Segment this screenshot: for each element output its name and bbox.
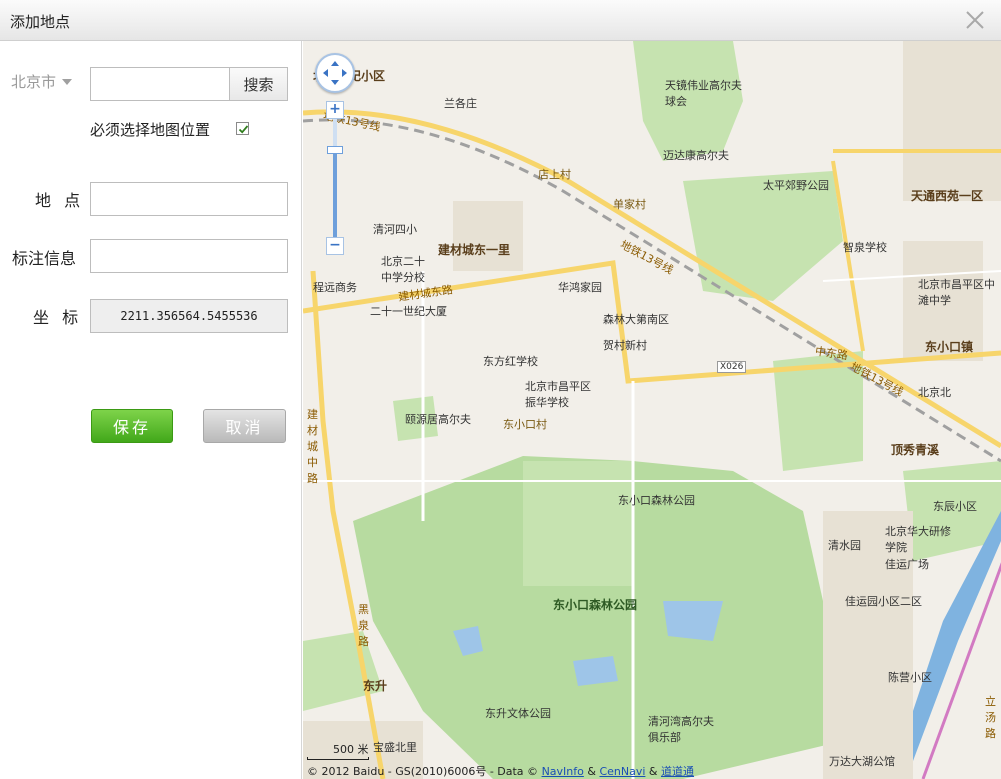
place-label: 迈达康高尔夫 xyxy=(663,149,729,162)
search-button[interactable]: 搜索 xyxy=(229,67,288,101)
copyright-text: © 2012 Baidu - GS(2010)6006号 - Data © xyxy=(307,765,539,778)
coord-label: 坐 标 xyxy=(33,308,83,327)
place-label: 北京市昌平区振华学校 xyxy=(525,380,591,409)
place-label: 太平郊野公园 xyxy=(763,179,829,192)
place-label: 万达大湖公馆 xyxy=(829,755,895,768)
place-label: 地 点 xyxy=(35,191,85,210)
form-panel: 北京市 搜索 必须选择地图位置 地 点 标注信息 坐 标 2211.356564… xyxy=(0,41,302,779)
place-label: 清水园 xyxy=(828,539,861,552)
zoom-slider-thumb[interactable] xyxy=(327,146,343,154)
place-label: 天镜伟业高尔夫球会 xyxy=(665,79,742,108)
map-view[interactable]: 北京世纪小区 兰各庄 天镜伟业高尔夫球会 地铁13号线 店上村 迈达康高尔夫 太… xyxy=(303,41,1001,779)
place-label: 佳运园小区二区 xyxy=(845,595,922,608)
cancel-button[interactable]: 取消 xyxy=(203,409,286,443)
place-label: 东升 xyxy=(363,679,388,693)
cennavi-link[interactable]: CenNavi xyxy=(599,765,645,778)
place-label: 北京二十中学分校 xyxy=(381,255,425,284)
note-label: 标注信息 xyxy=(12,249,77,268)
place-label: 程远商务 xyxy=(313,281,357,294)
add-place-dialog: 添加地点 北京市 搜索 必须选择地图位置 地 点 标注信息 坐 标 2211.3… xyxy=(0,0,1001,779)
park-label: 东小口森林公园 xyxy=(553,598,638,612)
zoom-control: + − xyxy=(326,101,344,256)
place-label: 华鸿家园 xyxy=(558,281,602,294)
copyright-amp: & xyxy=(587,765,596,778)
place-label: 北京市昌平区中滩中学 xyxy=(918,278,995,307)
road-label: 建材城中路 xyxy=(307,408,318,485)
navinfo-link[interactable]: NavInfo xyxy=(542,765,584,778)
checkmark-icon xyxy=(238,125,249,134)
city-label: 北京市 xyxy=(11,73,57,91)
place-label: 北京北 xyxy=(918,386,951,399)
place-label: 东辰小区 xyxy=(933,500,977,513)
scale-label: 500 米 xyxy=(333,743,369,756)
close-icon[interactable] xyxy=(963,8,987,32)
note-field[interactable] xyxy=(90,239,288,273)
place-label: 颐源居高尔夫 xyxy=(405,413,471,426)
place-field[interactable] xyxy=(90,182,288,216)
save-button[interactable]: 保存 xyxy=(91,409,173,443)
place-label: 东小口镇 xyxy=(925,340,974,354)
zoom-level-fill xyxy=(333,153,337,237)
zoom-out-button[interactable]: − xyxy=(326,237,344,255)
place-label: 陈营小区 xyxy=(888,671,932,684)
place-label: 佳运广场 xyxy=(885,558,929,571)
place-label: 顶秀青溪 xyxy=(891,443,940,457)
chevron-down-icon xyxy=(62,79,73,85)
search-input[interactable] xyxy=(90,67,229,101)
copyright-amp: & xyxy=(648,765,658,778)
place-label: 东小口森林公园 xyxy=(618,494,695,507)
place-label: 北京华大研修学院 xyxy=(885,525,951,554)
place-label: 贺村新村 xyxy=(603,339,647,352)
place-label: 天通西苑一区 xyxy=(911,189,984,203)
place-label: 森林大第南区 xyxy=(603,313,669,326)
road-sign: X026 xyxy=(717,361,747,373)
title-bar: 添加地点 xyxy=(0,0,1001,41)
place-label: 东方红学校 xyxy=(483,355,538,368)
scale-bar-line xyxy=(307,757,369,760)
place-label: 清河湾高尔夫俱乐部 xyxy=(648,715,714,744)
must-select-label: 必须选择地图位置 xyxy=(90,121,211,139)
road-label: 立汤路 xyxy=(985,695,996,740)
dialog-title: 添加地点 xyxy=(10,13,71,31)
place-label: 建材城东一里 xyxy=(438,243,511,257)
place-label: 二十一世纪大厦 xyxy=(370,305,447,318)
scale-bar: 500 米 xyxy=(307,741,369,760)
pan-control-icon[interactable] xyxy=(315,53,355,93)
place-label: 单家村 xyxy=(613,198,646,211)
place-label: 宝盛北里 xyxy=(373,741,417,754)
place-label: 店上村 xyxy=(538,168,571,181)
road-label: 黑泉路 xyxy=(358,603,369,648)
must-select-checkbox[interactable] xyxy=(236,122,249,135)
city-select[interactable]: 北京市 xyxy=(11,71,73,92)
zoom-in-button[interactable]: + xyxy=(326,101,344,119)
coord-field: 2211.356564.5455536 xyxy=(90,299,288,333)
place-label: 智泉学校 xyxy=(843,241,887,254)
place-label: 东小口村 xyxy=(503,418,547,431)
place-label: 清河四小 xyxy=(373,223,417,236)
place-label: 东升文体公园 xyxy=(485,707,551,720)
daodaotong-link[interactable]: 道道通 xyxy=(661,765,694,778)
map-copyright: © 2012 Baidu - GS(2010)6006号 - Data © Na… xyxy=(307,763,694,779)
place-label: 兰各庄 xyxy=(444,97,477,110)
